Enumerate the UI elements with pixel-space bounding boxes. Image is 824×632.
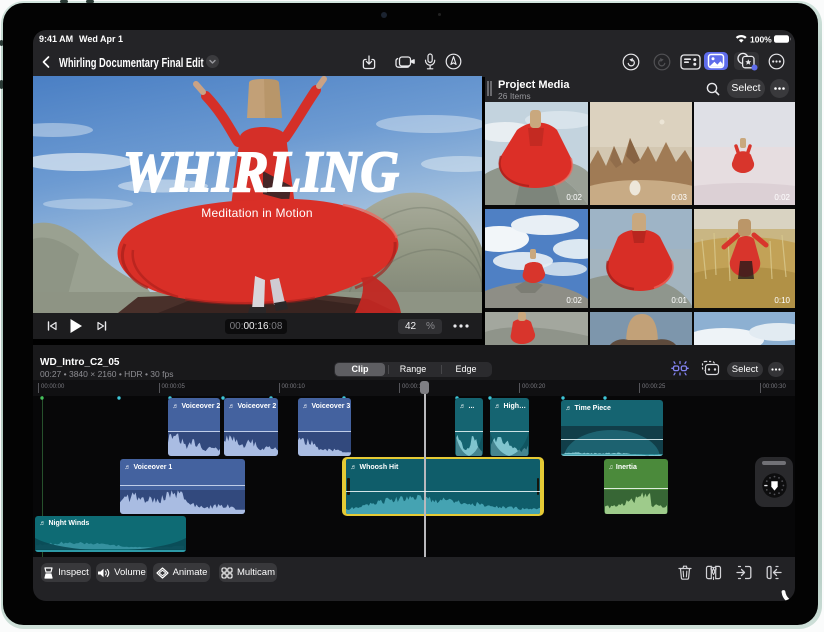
svg-text:0:01: 0:01	[671, 296, 687, 305]
svg-text:0:10: 0:10	[774, 296, 790, 305]
svg-text:0:02: 0:02	[774, 193, 790, 202]
svg-text:0:03: 0:03	[671, 193, 687, 202]
svg-text:0:02: 0:02	[566, 193, 582, 202]
svg-text:Meditation in Motion: Meditation in Motion	[201, 206, 312, 220]
svg-text:100%: 100%	[750, 35, 772, 45]
svg-text:WHIRLING: WHIRLING	[123, 139, 399, 204]
svg-text:0:02: 0:02	[566, 296, 582, 305]
